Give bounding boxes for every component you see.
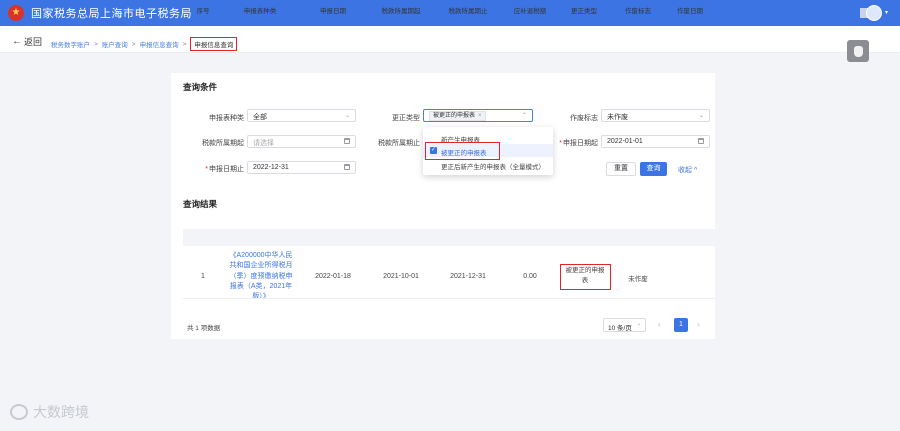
filing-date-start-label: *申报日期起 xyxy=(559,140,598,147)
collapse-link[interactable]: 收起 ^ xyxy=(678,165,697,175)
total-count: 共 1 项数据 xyxy=(187,325,221,332)
highlight-box xyxy=(560,264,611,290)
reset-button[interactable]: 重置 xyxy=(606,162,636,176)
column-header: 申报表种类 xyxy=(243,8,277,15)
calendar-icon xyxy=(344,164,350,170)
filing-date-end-label: *申报日期止 xyxy=(205,166,244,173)
report-type-line: （季）度预缴纳税申 xyxy=(229,272,293,280)
page-number-current[interactable]: 1 xyxy=(674,318,688,332)
column-header: 作废标志 xyxy=(625,8,651,15)
correction-type-label: 更正类型 xyxy=(392,115,420,122)
column-header: 应补退税额 xyxy=(513,8,547,15)
tax-period-start-placeholder: 请选择 xyxy=(253,140,274,147)
search-button[interactable]: 查询 xyxy=(640,162,667,176)
row-divider xyxy=(183,298,715,299)
chevron-down-icon: ⌄ xyxy=(636,321,641,327)
filing-date-start-label-text: 申报日期起 xyxy=(563,140,598,147)
filing-date-end-input[interactable]: 2022-12-31 xyxy=(247,161,356,174)
period-end-cell: 2021-12-31 xyxy=(450,273,486,280)
tag-close-icon[interactable]: × xyxy=(478,113,482,119)
highlight-box xyxy=(425,142,500,160)
selected-tag: 被更正的申报表 × xyxy=(429,111,486,121)
filing-date-start-value: 2022-01-01 xyxy=(607,138,643,145)
logo-emblem-icon: ★ xyxy=(8,5,24,21)
table-header xyxy=(183,229,715,246)
amount-cell: 0.00 xyxy=(523,273,537,280)
column-header: 税款所属期起 xyxy=(381,8,421,15)
breadcrumb-separator: > xyxy=(131,40,136,48)
report-type-value: 全部 xyxy=(253,114,267,121)
voided-flag-select[interactable]: 未作废 ⌄ xyxy=(601,109,710,122)
column-header: 申报日期 xyxy=(320,8,346,15)
dropdown-option-label: 更正后新产生的申报表（全量模式） xyxy=(441,164,545,171)
tax-period-end-label: 税款所属期止 xyxy=(378,140,420,147)
watermark-logo-icon xyxy=(10,404,28,420)
watermark: 大数跨境 xyxy=(10,402,89,422)
report-type-link[interactable]: 《A200000中华人民 共和国企业所得税月 （季）度预缴纳税申 报表（A类，2… xyxy=(228,251,294,302)
report-type-select[interactable]: 全部 ⌄ xyxy=(247,109,356,122)
results-section-title: 查询结果 xyxy=(183,199,218,209)
breadcrumb-item[interactable]: 申报信息查询 xyxy=(140,39,179,49)
column-header: 作废日期 xyxy=(677,8,703,15)
chevron-left-icon[interactable]: ‹ xyxy=(658,320,661,329)
watermark-text: 大数跨境 xyxy=(33,404,89,420)
report-type-line: 共和国企业所得税月 xyxy=(229,262,293,270)
chevron-down-icon: ⌄ xyxy=(698,113,704,119)
filing-date-cell: 2022-01-18 xyxy=(315,273,351,280)
back-label: 返回 xyxy=(24,37,43,47)
breadcrumb-item[interactable]: 税务数字账户 xyxy=(51,39,90,49)
breadcrumb-item[interactable]: 账户查询 xyxy=(102,39,128,49)
selected-tag-label: 被更正的申报表 xyxy=(433,113,476,119)
voided-flag-value: 未作废 xyxy=(607,114,628,121)
collapse-label: 收起 xyxy=(678,167,692,174)
column-header: 序号 xyxy=(196,8,210,15)
tax-period-start-input[interactable]: 请选择 xyxy=(247,135,356,148)
report-type-line: 《A200000中华人民 xyxy=(229,252,293,259)
chevron-up-icon: ^ xyxy=(693,167,698,174)
breadcrumb-separator: > xyxy=(182,40,187,48)
calendar-icon xyxy=(344,138,350,144)
voided-flag-label: 作废标志 xyxy=(570,115,598,122)
user-avatar-icon[interactable] xyxy=(866,5,882,21)
breadcrumb-separator: > xyxy=(94,40,98,48)
report-type-label: 申报表种类 xyxy=(209,115,244,122)
chevron-down-icon: ⌄ xyxy=(344,113,350,119)
chevron-down-icon[interactable]: ▾ xyxy=(885,9,888,16)
report-type-line: 报表（A类，2021年 xyxy=(229,282,293,290)
column-header: 税款所属期止 xyxy=(448,8,488,15)
breadcrumb-bar: ← 返回 税务数字账户 > 账户查询 > 申报信息查询 > 申报信息查询 xyxy=(0,26,900,53)
breadcrumb: 税务数字账户 > 账户查询 > 申报信息查询 > 申报信息查询 xyxy=(51,37,238,51)
correction-type-select[interactable]: 被更正的申报表 × ⌃ xyxy=(423,109,533,122)
side-tool-icon xyxy=(853,45,863,57)
site-title: 国家税务总局上海市电子税务局 xyxy=(31,8,192,20)
filing-date-end-value: 2022-12-31 xyxy=(253,164,289,171)
back-button[interactable]: ← 返回 xyxy=(12,35,42,48)
voided-flag-cell: 未作废 xyxy=(628,276,648,283)
side-tool-button[interactable] xyxy=(847,40,869,62)
filing-date-start-input[interactable]: 2022-01-01 xyxy=(601,135,710,148)
chevron-up-icon: ⌃ xyxy=(521,113,527,119)
breadcrumb-current: 申报信息查询 xyxy=(190,37,238,51)
query-section-title: 查询条件 xyxy=(183,82,218,92)
calendar-icon xyxy=(698,138,704,144)
back-arrow-icon: ← xyxy=(12,36,22,47)
tax-period-start-label: 税款所属期起 xyxy=(202,140,244,147)
period-start-cell: 2021-10-01 xyxy=(383,273,419,280)
page-size-select[interactable]: 10 条/页 ⌄ xyxy=(603,318,646,332)
column-header: 更正类型 xyxy=(571,8,597,15)
page-size-value: 10 条/页 xyxy=(608,325,632,332)
filing-date-end-label-text: 申报日期止 xyxy=(209,166,244,173)
chevron-right-icon[interactable]: › xyxy=(697,320,700,329)
row-index: 1 xyxy=(201,273,205,280)
